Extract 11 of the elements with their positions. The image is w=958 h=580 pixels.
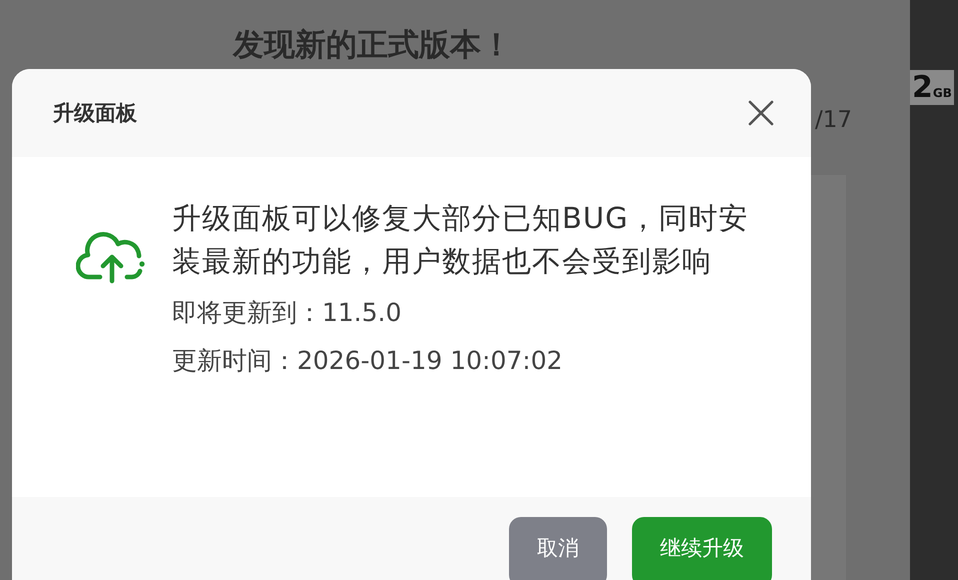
close-icon [747, 99, 775, 127]
upgrade-button[interactable]: 继续升级 [632, 517, 772, 580]
dialog-message: 升级面板可以修复大部分已知BUG，同时安装最新的功能，用户数据也不会受到影响 [172, 200, 750, 280]
dialog-title: 升级面板 [53, 100, 137, 127]
storage-value: 2 GB [910, 70, 954, 105]
detail-text: 更新时间：2026-01-19 10:07:02 [172, 345, 564, 377]
close-button[interactable] [747, 99, 775, 127]
count-text: /17 [815, 107, 852, 133]
cancel-button[interactable]: 取消 [509, 517, 607, 580]
page-heading: 发现新的正式版本！ [233, 26, 512, 65]
detail-text: 即将更新到：11.5.0 [172, 297, 403, 329]
